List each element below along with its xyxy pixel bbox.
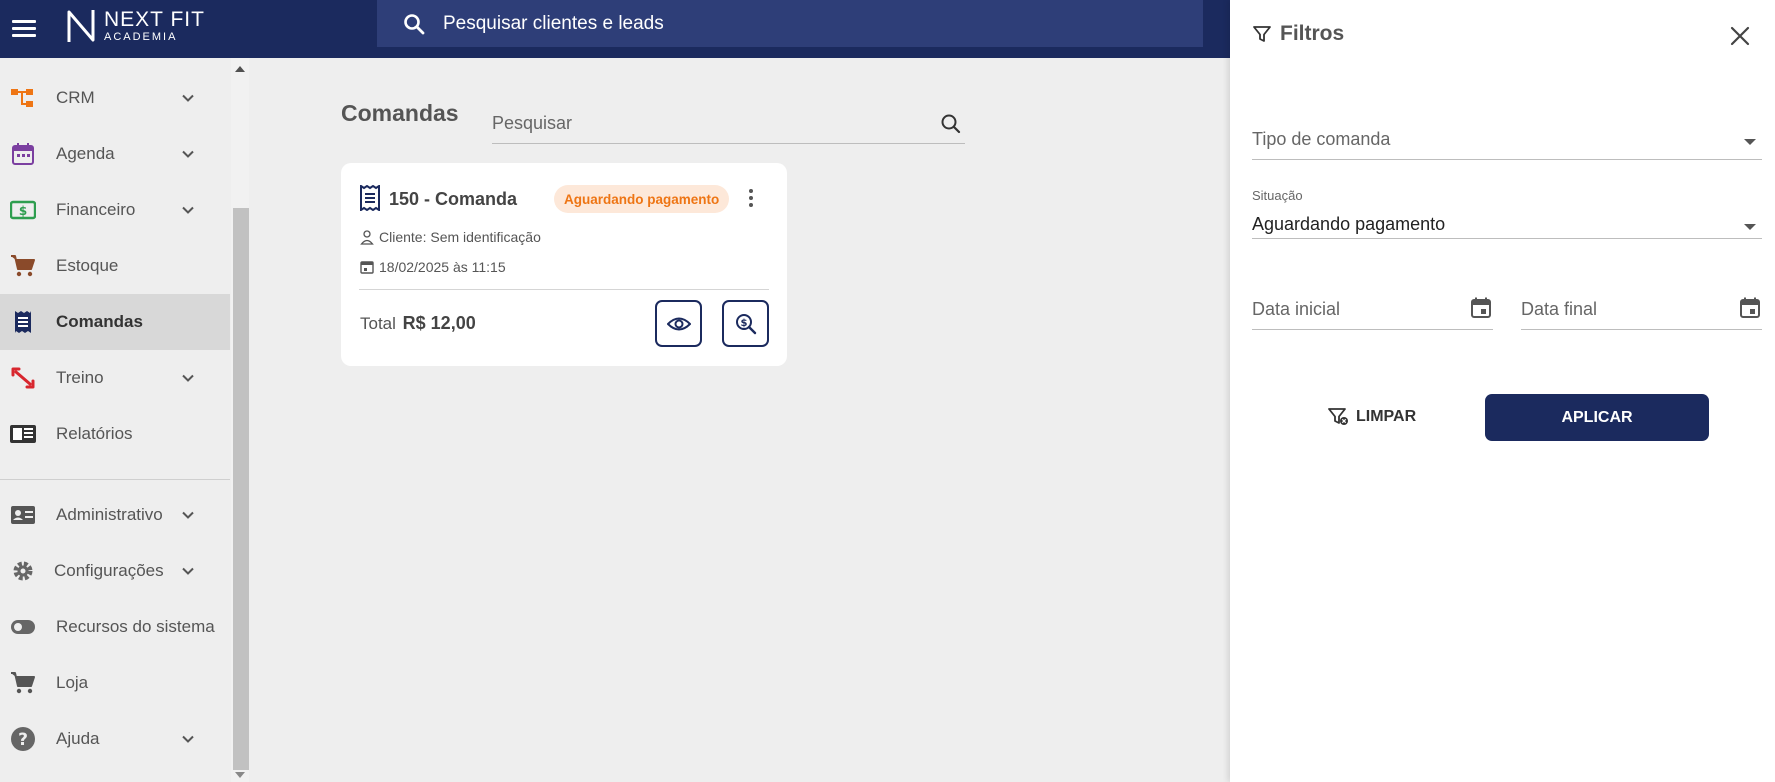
sidebar: CRM Agenda $ Financeiro Estoque Comandas… bbox=[0, 58, 249, 782]
svg-text:?: ? bbox=[18, 730, 28, 750]
filter-off-icon bbox=[1328, 408, 1348, 425]
help-icon: ? bbox=[9, 725, 37, 753]
sidebar-item-label: Treino bbox=[56, 368, 104, 387]
toggle-icon bbox=[9, 613, 37, 641]
logo-subtitle: ACADEMIA bbox=[104, 31, 178, 43]
chevron-down-icon bbox=[182, 511, 194, 519]
sidebar-item-label: Comandas bbox=[56, 312, 143, 331]
hamburger-menu-icon[interactable] bbox=[12, 14, 40, 42]
logo-brand: NEXT FIT bbox=[104, 8, 205, 31]
scroll-up-arrow-icon[interactable] bbox=[235, 66, 245, 72]
situacao-select[interactable]: Situação Aguardando pagamento bbox=[1252, 188, 1762, 239]
cart-icon bbox=[9, 252, 37, 280]
sidebar-item-agenda[interactable]: Agenda bbox=[0, 126, 230, 182]
sidebar-item-administrativo[interactable]: Administrativo bbox=[0, 487, 230, 543]
chevron-down-icon bbox=[182, 206, 194, 214]
clear-filters-button[interactable]: LIMPAR bbox=[1314, 397, 1430, 437]
sidebar-item-comandas[interactable]: Comandas bbox=[0, 294, 230, 350]
sidebar-item-label: Ajuda bbox=[56, 729, 100, 748]
tipo-comanda-placeholder: Tipo de comanda bbox=[1252, 129, 1391, 149]
scroll-down-arrow-icon[interactable] bbox=[235, 772, 245, 778]
sidebar-item-configuracoes[interactable]: Configurações bbox=[0, 543, 230, 599]
sidebar-item-label: Administrativo bbox=[56, 505, 163, 524]
tipo-comanda-select[interactable]: Tipo de comanda bbox=[1252, 122, 1762, 160]
report-icon bbox=[9, 420, 37, 448]
sidebar-item-financeiro[interactable]: $ Financeiro bbox=[0, 182, 230, 238]
clear-label: LIMPAR bbox=[1356, 408, 1417, 425]
situacao-label: Situação bbox=[1252, 188, 1303, 203]
sidebar-item-recursos[interactable]: Recursos do sistema bbox=[0, 599, 230, 655]
global-search-bar[interactable] bbox=[377, 0, 1203, 47]
chevron-down-icon bbox=[182, 150, 194, 158]
situacao-value: Aguardando pagamento bbox=[1252, 214, 1446, 234]
global-search-input[interactable] bbox=[443, 12, 1043, 35]
logo[interactable]: NEXT FIT ACADEMIA bbox=[66, 6, 205, 46]
close-icon[interactable] bbox=[1728, 24, 1752, 48]
dropdown-caret-icon bbox=[1744, 139, 1756, 145]
sidebar-item-label: Loja bbox=[56, 673, 89, 692]
filters-panel: Filtros Tipo de comanda Situação Aguarda… bbox=[1230, 0, 1775, 782]
sidebar-item-treino[interactable]: Treino bbox=[0, 350, 230, 406]
money-icon: $ bbox=[9, 196, 37, 224]
filter-icon bbox=[1253, 26, 1271, 42]
next-fit-logo-icon bbox=[67, 10, 95, 42]
apply-filters-button[interactable]: APLICAR bbox=[1485, 394, 1709, 441]
receipt-icon bbox=[9, 308, 37, 336]
sidebar-item-crm[interactable]: CRM bbox=[0, 70, 230, 126]
sidebar-item-relatorios[interactable]: Relatórios bbox=[0, 406, 230, 462]
chevron-down-icon bbox=[182, 94, 194, 102]
data-inicial-placeholder: Data inicial bbox=[1252, 299, 1341, 319]
calendar-icon[interactable] bbox=[1469, 296, 1493, 320]
calendar-icon[interactable] bbox=[1738, 296, 1762, 320]
filters-header: Filtros bbox=[1252, 22, 1344, 46]
top-bar: NEXT FIT ACADEMIA bbox=[0, 0, 1230, 58]
calendar-icon bbox=[9, 140, 37, 168]
sidebar-item-label: Financeiro bbox=[56, 200, 136, 219]
chevron-down-icon bbox=[182, 374, 194, 382]
sidebar-item-label: Estoque bbox=[56, 256, 119, 275]
sidebar-item-ajuda[interactable]: ? Ajuda bbox=[0, 711, 230, 767]
sidebar-divider bbox=[0, 479, 230, 480]
sidebar-item-label: Agenda bbox=[56, 144, 115, 163]
chevron-down-icon bbox=[182, 735, 194, 743]
sidebar-item-label: CRM bbox=[56, 88, 95, 107]
svg-text:$: $ bbox=[19, 204, 27, 218]
data-final-field[interactable]: Data final bbox=[1521, 292, 1762, 330]
dumbbell-icon bbox=[9, 364, 37, 392]
cart-icon bbox=[9, 669, 37, 697]
data-inicial-field[interactable]: Data inicial bbox=[1252, 292, 1493, 330]
filters-title: Filtros bbox=[1280, 22, 1345, 45]
data-final-placeholder: Data final bbox=[1521, 299, 1598, 319]
sidebar-item-label: Recursos do sistema bbox=[56, 617, 215, 636]
sidebar-item-loja[interactable]: Loja bbox=[0, 655, 230, 711]
sidebar-item-label: Relatórios bbox=[56, 424, 133, 443]
dropdown-caret-icon bbox=[1744, 224, 1756, 230]
sidebar-scrollbar-thumb[interactable] bbox=[233, 208, 249, 770]
gear-icon bbox=[9, 557, 37, 585]
search-icon[interactable] bbox=[402, 12, 426, 36]
backdrop[interactable] bbox=[249, 58, 1230, 782]
chevron-down-icon bbox=[182, 567, 194, 575]
id-card-icon bbox=[9, 501, 37, 529]
crm-icon bbox=[9, 84, 37, 112]
sidebar-item-estoque[interactable]: Estoque bbox=[0, 238, 230, 294]
sidebar-item-label: Configurações bbox=[54, 561, 164, 580]
